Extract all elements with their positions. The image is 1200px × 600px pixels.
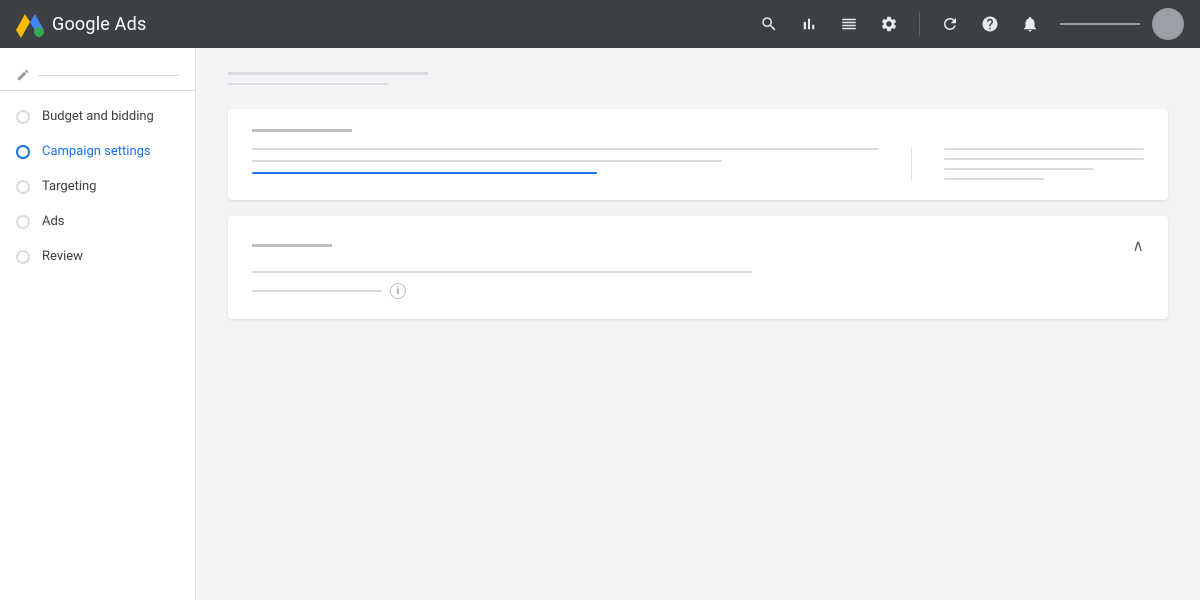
section-line-1: [252, 271, 752, 273]
main-content: ∧ i: [196, 48, 1200, 600]
columns-icon: [840, 15, 858, 33]
additional-settings-card: ∧ i: [228, 216, 1168, 319]
sidebar-item-budget[interactable]: Budget and bidding: [0, 99, 195, 134]
info-icon[interactable]: i: [390, 283, 406, 299]
section-content: i: [252, 271, 1144, 299]
sidebar-item-review[interactable]: Review: [0, 239, 195, 274]
card-title-line: [252, 129, 352, 132]
right-line-1: [944, 148, 1144, 150]
logo: Google Ads: [16, 10, 146, 38]
nav-circle-campaign: [16, 145, 30, 159]
refresh-icon: [941, 15, 959, 33]
right-line-3: [944, 168, 1094, 170]
account-line: [1060, 23, 1140, 25]
sidebar-search-line: [38, 75, 179, 76]
app-header: Google Ads: [0, 0, 1200, 48]
nav-circle-budget: [16, 110, 30, 124]
help-icon-btn[interactable]: [972, 6, 1008, 42]
section-header: ∧: [252, 236, 1144, 255]
page-title-line: [228, 72, 428, 75]
header-icons: [751, 6, 1184, 42]
campaign-settings-card: [228, 109, 1168, 200]
content-line-2: [252, 160, 722, 162]
sidebar-label-targeting: Targeting: [42, 179, 96, 194]
sidebar-label-ads: Ads: [42, 214, 65, 229]
page-subtitle-line: [228, 83, 388, 85]
settings-icon: [880, 15, 898, 33]
content-line-1: [252, 148, 879, 150]
main-layout: Budget and bidding Campaign settings Tar…: [0, 0, 1200, 600]
chevron-up-icon[interactable]: ∧: [1132, 236, 1144, 255]
right-line-2: [944, 158, 1144, 160]
logo-text: Google Ads: [52, 14, 146, 35]
avatar[interactable]: [1152, 8, 1184, 40]
columns-icon-btn[interactable]: [831, 6, 867, 42]
card-divider: [911, 148, 912, 180]
card-content: [252, 148, 1144, 180]
section-field-line: [252, 290, 382, 292]
content-line-blue[interactable]: [252, 172, 597, 174]
sidebar-item-ads[interactable]: Ads: [0, 204, 195, 239]
search-icon: [760, 15, 778, 33]
nav-circle-review: [16, 250, 30, 264]
notification-icon-btn[interactable]: [1012, 6, 1048, 42]
nav-circle-targeting: [16, 180, 30, 194]
sidebar-item-targeting[interactable]: Targeting: [0, 169, 195, 204]
sidebar-search-area: [0, 60, 195, 91]
bell-icon: [1021, 15, 1039, 33]
help-icon: [981, 15, 999, 33]
settings-icon-btn[interactable]: [871, 6, 907, 42]
sidebar-label-campaign: Campaign settings: [42, 144, 151, 159]
edit-icon: [16, 68, 30, 82]
bar-chart-icon-btn[interactable]: [791, 6, 827, 42]
section-title-line: [252, 244, 332, 247]
nav-circle-ads: [16, 215, 30, 229]
header-divider: [919, 12, 920, 36]
logo-icon: [16, 10, 44, 38]
bar-chart-icon: [800, 15, 818, 33]
card-right-section: [944, 148, 1144, 180]
refresh-icon-btn[interactable]: [932, 6, 968, 42]
sidebar-item-campaign[interactable]: Campaign settings: [0, 134, 195, 169]
right-line-4: [944, 178, 1044, 180]
card-left-section: [252, 148, 879, 180]
sidebar: Budget and bidding Campaign settings Tar…: [0, 48, 196, 600]
search-icon-btn[interactable]: [751, 6, 787, 42]
sidebar-label-review: Review: [42, 249, 83, 264]
sidebar-nav: Budget and bidding Campaign settings Tar…: [0, 99, 195, 274]
field-line-group: i: [252, 283, 1144, 299]
sidebar-label-budget: Budget and bidding: [42, 109, 154, 124]
